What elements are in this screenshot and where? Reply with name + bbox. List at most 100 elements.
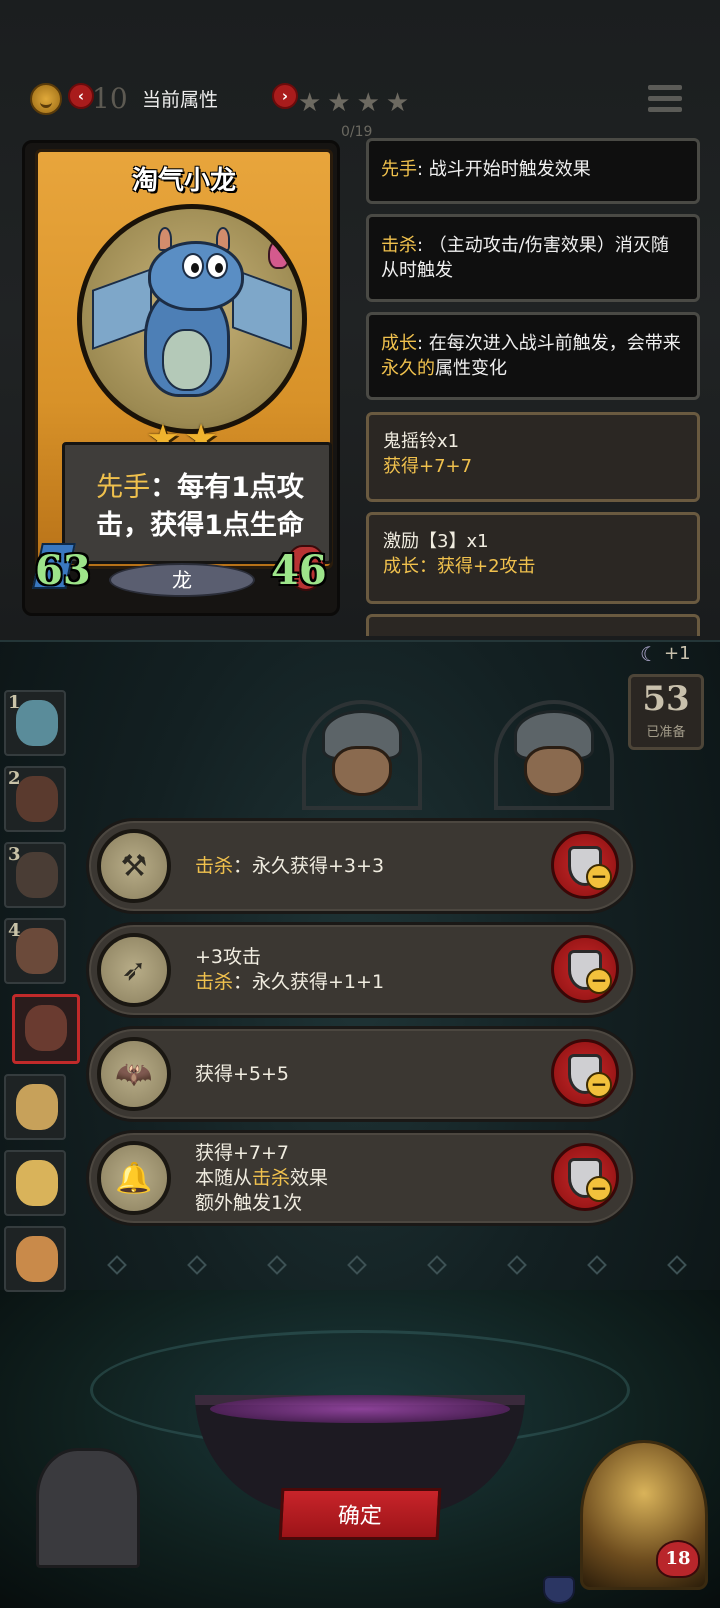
ability-box: 先手：每有1点攻 击，获得1点生命: [62, 442, 332, 564]
progress-faded: 0/19: [341, 124, 373, 140]
relic-text: 击杀：永久获得+3+3: [195, 821, 535, 911]
bell-icon: 🔔: [97, 1141, 171, 1215]
stars-faded: ★★★★: [298, 88, 416, 118]
arrows-icon: ➶: [97, 933, 171, 1007]
confirm-button[interactable]: 确定: [278, 1488, 442, 1540]
flower-icon: [268, 239, 290, 269]
keyword-box-growth: 成长: 在每次进入战斗前触发，会带来永久的属性变化: [366, 312, 700, 400]
keyword-label: 先手: [381, 159, 417, 180]
relic-line: 额外触发1次: [195, 1191, 303, 1214]
princess-icon: [16, 1160, 58, 1206]
coin-icon: [30, 83, 62, 115]
relic-line: 本随从: [195, 1166, 253, 1189]
ability-line2: 击，获得1点生命: [96, 510, 304, 541]
relic-line: 获得+5+5: [195, 1062, 290, 1085]
moon-icon: ☾: [640, 642, 658, 666]
wall-trim: [0, 1250, 720, 1280]
roster-slot-selected[interactable]: [12, 994, 80, 1064]
prev-button[interactable]: ‹: [68, 83, 94, 109]
ability-text: 先手：每有1点攻 击，获得1点生命: [75, 469, 325, 545]
roster-slot[interactable]: [4, 1074, 66, 1140]
remove-relic-button[interactable]: −: [551, 935, 619, 1003]
keyword-desc: : 战斗开始时触发效果: [417, 159, 591, 180]
ready-counter: 53 已准备: [628, 674, 704, 750]
relic-keyword: 击杀: [252, 1166, 291, 1189]
shark-icon: [16, 700, 58, 746]
keyword-label: 击杀: [381, 235, 417, 256]
roster-slot[interactable]: [4, 1150, 66, 1216]
beast-icon: [16, 776, 58, 822]
keyword-desc: : （主动攻击/伤害效果）消灭随从时触发: [381, 235, 669, 281]
hp-heart: 18: [656, 1540, 700, 1578]
next-button[interactable]: ›: [272, 83, 298, 109]
scythe-icon: ⚒: [97, 829, 171, 903]
roster-slot[interactable]: 2: [4, 766, 66, 832]
enemy-goblin: [494, 700, 614, 810]
keyword-desc: : 在每次进入战斗前触发，会带来: [417, 333, 681, 354]
attack-value: 63: [35, 547, 91, 594]
slot-number: 3: [8, 844, 21, 865]
item-box-inspire: 激励【3】x1 成长：获得+2攻击: [366, 512, 700, 604]
dragon-portrait: [77, 204, 307, 434]
minus-icon: −: [586, 864, 612, 890]
wing-icon: [92, 268, 152, 350]
item-name: 鬼摇铃x1: [383, 431, 460, 452]
relic-text: +3攻击 击杀：永久获得+1+1: [195, 925, 535, 1015]
eye-icon: [182, 253, 204, 279]
cauldron-brew: [210, 1395, 510, 1423]
roster-slot[interactable]: 4: [4, 918, 66, 984]
slot-number: 4: [8, 920, 21, 941]
ability-line1: ：每有1点攻: [150, 472, 304, 503]
relic-keyword: 击杀: [195, 854, 234, 877]
remove-relic-button[interactable]: −: [551, 831, 619, 899]
relic-text: 获得+7+7 本随从击杀效果 额外触发1次: [195, 1133, 535, 1223]
level-faded: 10: [92, 82, 128, 115]
ability-keyword: 先手: [96, 472, 151, 503]
keyword-desc: 属性变化: [435, 358, 507, 379]
player-portrait[interactable]: [36, 1448, 140, 1568]
keyword-box-first-strike: 先手: 战斗开始时触发效果: [366, 138, 700, 204]
slot-number: 1: [8, 692, 21, 713]
menu-icon[interactable]: [648, 85, 682, 119]
shield-icon: [543, 1576, 575, 1604]
health-value: 46: [271, 547, 327, 594]
race-tag: 龙: [109, 563, 255, 597]
divider: [0, 640, 720, 642]
card-frame: 淘气小龙 ★★ 先手：每有1点攻 击，获得1点生命: [35, 149, 333, 569]
keyword-highlight: 永久的: [381, 358, 435, 379]
blonde-icon: [16, 1084, 58, 1130]
item-name: 激励【3】x1: [383, 531, 489, 552]
minus-icon: −: [586, 968, 612, 994]
relic-row: 🦇 获得+5+5 −: [86, 1026, 636, 1122]
card-name: 淘气小龙: [131, 166, 236, 196]
relic-row: ⚒ 击杀：永久获得+3+3 −: [86, 818, 636, 914]
relic-line: +3攻击: [195, 946, 262, 968]
relic-line: 效果: [290, 1166, 329, 1189]
relic-line: 获得+7+7: [195, 1141, 290, 1164]
minus-icon: −: [586, 1176, 612, 1202]
item-box-more: [366, 614, 700, 636]
girl-icon: [16, 928, 58, 974]
relic-line: ：永久获得+3+3: [233, 854, 385, 877]
minion-card: 淘气小龙 ★★ 先手：每有1点攻 击，获得1点生命 63 龙 46: [22, 140, 340, 616]
remove-relic-button[interactable]: −: [551, 1039, 619, 1107]
relic-keyword: 击杀: [195, 971, 234, 993]
slot-number: 2: [8, 768, 21, 789]
roster-slot[interactable]: 1: [4, 690, 66, 756]
keyword-box-kill: 击杀: （主动攻击/伤害效果）消灭随从时触发: [366, 214, 700, 302]
keyword-label: 成长: [381, 333, 417, 354]
relic-row: 🔔 获得+7+7 本随从击杀效果 额外触发1次 −: [86, 1130, 636, 1226]
relic-text: 获得+5+5: [195, 1029, 535, 1119]
roster-slot[interactable]: 3: [4, 842, 66, 908]
roster-slot[interactable]: [4, 1226, 66, 1292]
remove-relic-button[interactable]: −: [551, 1143, 619, 1211]
eye-icon: [206, 253, 228, 279]
vampire-icon: [25, 1005, 67, 1051]
minus-icon: −: [586, 1072, 612, 1098]
relic-line: ：永久获得+1+1: [233, 971, 385, 993]
ready-label: 已准备: [646, 725, 686, 740]
dragon-belly: [162, 329, 212, 391]
relic-row: ➶ +3攻击 击杀：永久获得+1+1 −: [86, 922, 636, 1018]
panel-title: 当前属性: [142, 89, 219, 111]
ready-count: 53: [642, 679, 690, 719]
